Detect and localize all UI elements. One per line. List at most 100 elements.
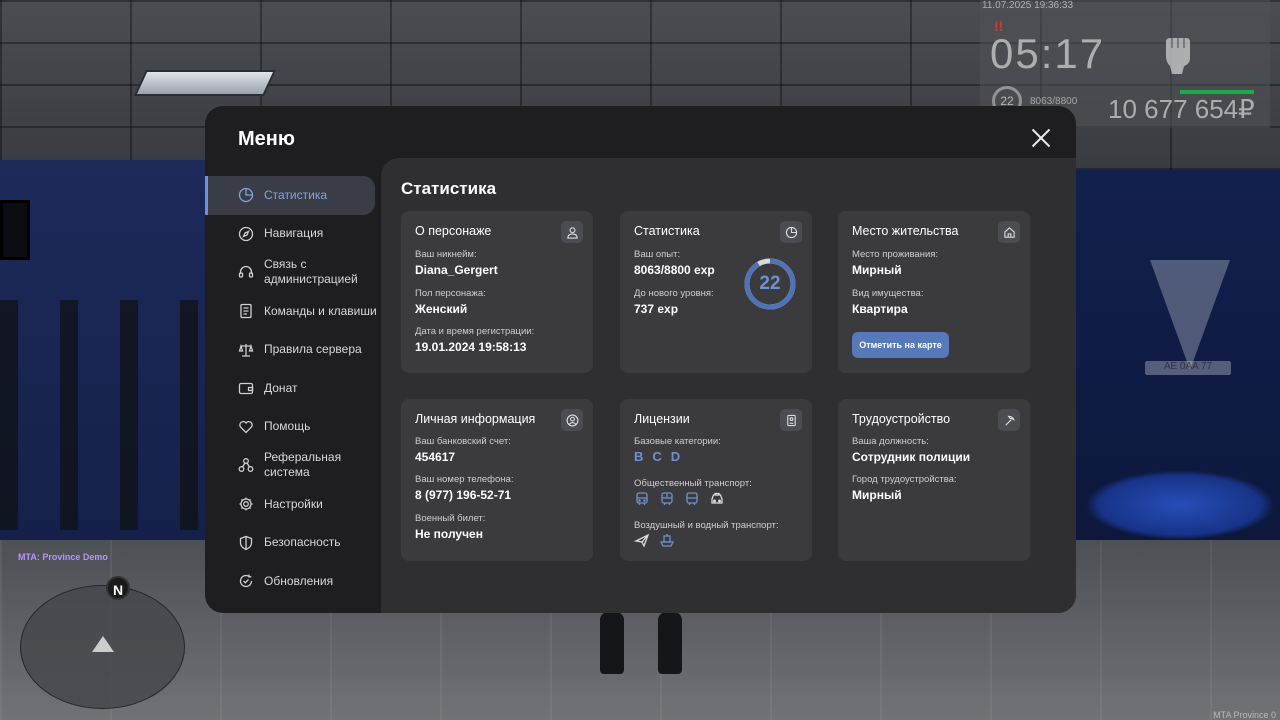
air-transport-label: Воздушный и водный транспорт:: [634, 520, 779, 531]
user-icon: [561, 221, 583, 243]
background-chairs: [0, 300, 220, 530]
nickname-value: Diana_Gergert: [415, 263, 498, 277]
sidebar: Статистика Навигация Связь с администрац…: [205, 176, 381, 601]
license-category: B: [634, 449, 644, 464]
sidebar-item-statistics[interactable]: Статистика: [205, 176, 375, 215]
player-arrow-icon: [92, 636, 114, 652]
job-city-field: Город трудоустройства: Мирный: [852, 474, 957, 502]
gender-label: Пол персонажа:: [415, 288, 486, 299]
wallet-icon: [237, 379, 255, 397]
sidebar-item-security[interactable]: Безопасность: [205, 523, 381, 562]
document-icon: [237, 302, 255, 320]
background-license-plate: AE 0AA 77: [1145, 361, 1231, 375]
registration-field: Дата и время регистрации: 19.01.2024 19:…: [415, 326, 534, 354]
public-transport-label-wrap: Общественный транспорт:: [634, 478, 752, 492]
license-category: D: [670, 449, 681, 464]
pie-chart-icon: [780, 221, 802, 243]
compass-icon: [237, 225, 255, 243]
refresh-check-icon: [237, 572, 255, 590]
fist-icon: [1166, 38, 1190, 74]
card-title: Статистика: [634, 224, 700, 238]
menu-title: Меню: [238, 128, 295, 150]
property-label: Вид имущества:: [852, 288, 924, 299]
position-value: Сотрудник полиции: [852, 450, 971, 464]
server-tag: MTA: Province Demo: [18, 552, 108, 562]
page-title: Статистика: [401, 179, 497, 198]
card-title: Место жительства: [852, 224, 959, 238]
phone-field: Ваш номер телефона: 8 (977) 196-52-71: [415, 474, 513, 502]
background-light-beam: [1150, 260, 1230, 370]
sidebar-item-label: Статистика: [264, 187, 328, 202]
card-personal-info: Личная информация Ваш банковский счет: 4…: [401, 399, 593, 561]
registration-label: Дата и время регистрации:: [415, 326, 535, 337]
boat-icon: [659, 532, 675, 548]
registration-value: 19.01.2024 19:58:13: [415, 340, 527, 354]
heart-hand-icon: [237, 418, 255, 436]
nickname-field: Ваш никнейм: Diana_Gergert: [415, 249, 498, 277]
sidebar-item-referral[interactable]: Реферальная система: [205, 446, 381, 485]
place-value: Мирный: [852, 263, 902, 277]
sidebar-item-admin-contact[interactable]: Связь с администрацией: [205, 253, 381, 292]
military-field: Военный билет: Не получен: [415, 513, 485, 541]
sidebar-item-help[interactable]: Помощь: [205, 408, 381, 447]
bank-value: 454617: [415, 450, 456, 464]
sidebar-item-label: Команды и клавиши: [264, 303, 377, 318]
menu-window: Меню Статистика Навигация Связь с админи…: [205, 106, 1076, 613]
sidebar-item-settings[interactable]: Настройки: [205, 485, 381, 524]
next-level-label: До нового уровня:: [634, 288, 714, 299]
id-card-icon: [780, 409, 802, 431]
character-legs: [596, 612, 686, 674]
card-title: Лицензии: [634, 412, 690, 426]
nickname-label: Ваш никнейм:: [415, 249, 477, 260]
background-display-stand: [1085, 470, 1275, 540]
phone-label: Ваш номер телефона:: [415, 474, 514, 485]
exp-label: Ваш опыт:: [634, 249, 681, 260]
radar-north-marker: N: [106, 576, 130, 600]
license-category: C: [652, 449, 662, 464]
sidebar-item-label: Настройки: [264, 496, 323, 511]
sidebar-item-label: Связь с администрацией: [264, 257, 358, 287]
bank-field: Ваш банковский счет: 454617: [415, 436, 511, 464]
hud-time: 05:17: [990, 30, 1106, 77]
property-value: Квартира: [852, 302, 908, 316]
public-transport-icons: [634, 491, 725, 507]
scales-icon: [237, 341, 255, 359]
gear-icon: [237, 495, 255, 513]
sidebar-item-navigation[interactable]: Навигация: [205, 215, 381, 254]
taxi-icon: [709, 491, 725, 507]
content-panel: Статистика О персонаже Ваш никнейм: Dian…: [381, 158, 1076, 613]
sidebar-item-commands[interactable]: Команды и клавиши: [205, 292, 381, 331]
watermark: MTA Province 0: [1213, 710, 1276, 720]
air-water-transport-icons: [633, 532, 675, 548]
license-categories: B C D: [634, 449, 680, 464]
mark-on-map-button[interactable]: Отметить на карте: [852, 332, 949, 358]
sidebar-item-updates[interactable]: Обновления: [205, 562, 381, 601]
military-label: Военный билет:: [415, 513, 486, 524]
bus-icon: [684, 491, 700, 507]
close-button[interactable]: [1030, 127, 1052, 149]
bus-icon: [659, 491, 675, 507]
next-level-value: 737 exp: [634, 302, 679, 316]
sidebar-item-label: Навигация: [264, 226, 324, 241]
gender-value: Женский: [415, 302, 468, 316]
sidebar-item-label: Обновления: [264, 573, 334, 588]
bank-label: Ваш банковский счет:: [415, 436, 511, 447]
sidebar-item-label: Донат: [264, 380, 298, 395]
place-field: Место проживания: Мирный: [852, 249, 938, 277]
job-city-label: Город трудоустройства:: [852, 474, 957, 485]
hud-money: 10 677 654₽: [1108, 94, 1255, 124]
sidebar-item-donate[interactable]: Донат: [205, 369, 381, 408]
hud-datetime: 11.07.2025 19:36:33: [982, 0, 1074, 11]
position-field: Ваша должность: Сотрудник полиции: [852, 436, 970, 464]
base-categories-label: Базовые категории:: [634, 436, 721, 447]
home-icon: [998, 221, 1020, 243]
public-transport-label: Общественный транспорт:: [634, 478, 752, 489]
card-residence: Место жительства Место проживания: Мирны…: [838, 211, 1030, 373]
place-label: Место проживания:: [852, 249, 939, 260]
card-employment: Трудоустройство Ваша должность: Сотрудни…: [838, 399, 1030, 561]
sidebar-item-rules[interactable]: Правила сервера: [205, 330, 381, 369]
sidebar-item-label: Безопасность: [264, 535, 341, 550]
background-clock: [0, 200, 30, 260]
pickaxe-icon: [998, 409, 1020, 431]
sidebar-item-label: Помощь: [264, 419, 311, 434]
